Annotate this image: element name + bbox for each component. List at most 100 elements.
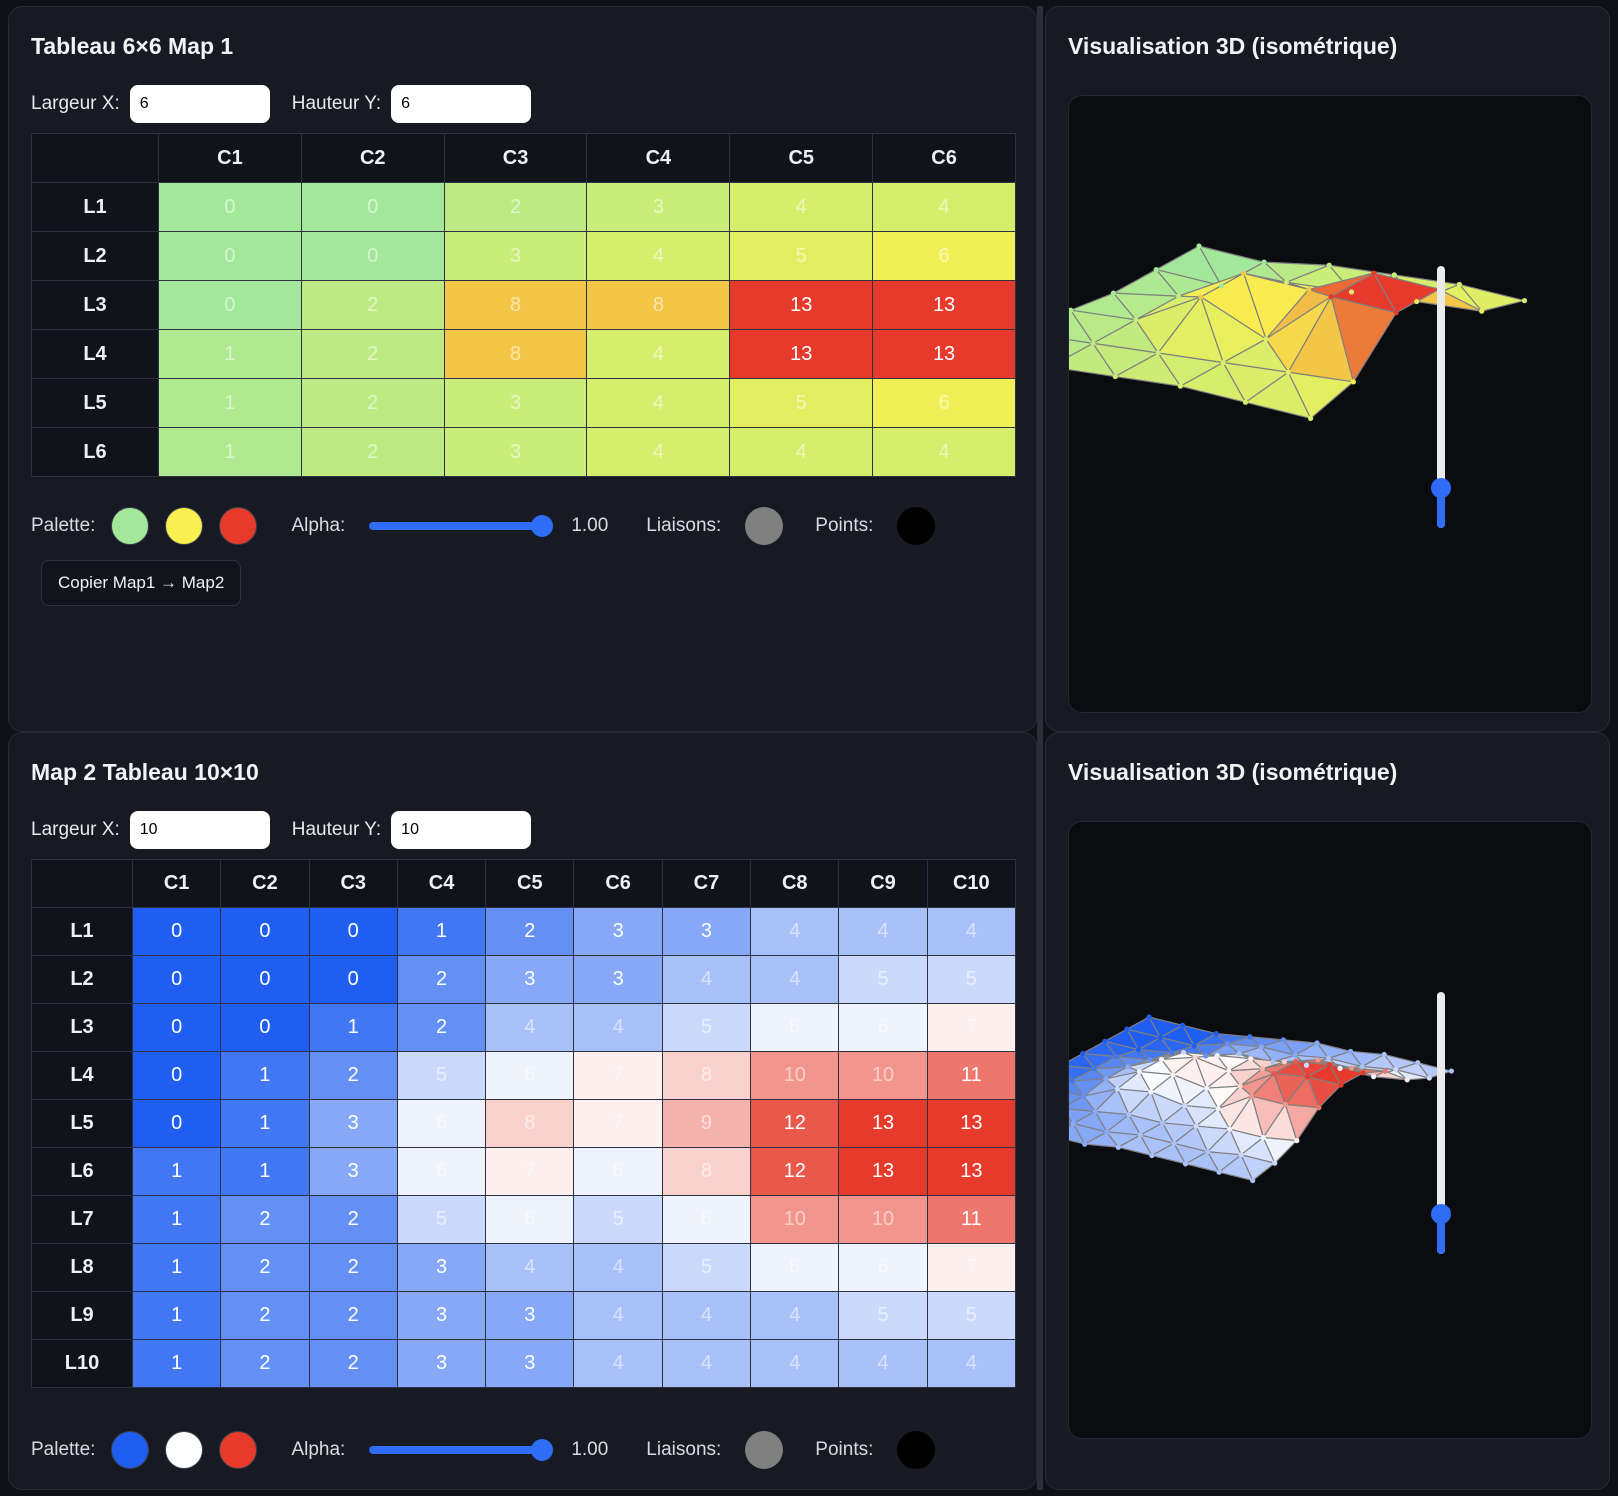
map2-cell[interactable]: 10 — [838, 1051, 928, 1100]
map2-alpha-slider[interactable] — [369, 1439, 554, 1461]
map2-cell[interactable]: 5 — [396, 1195, 487, 1244]
map1-palette-high-swatch[interactable] — [219, 507, 258, 545]
map2-cell[interactable]: 5 — [926, 955, 1017, 1004]
map2-cell[interactable]: 3 — [485, 1291, 575, 1340]
copy-map1-to-map2-button[interactable]: Copier Map1 → Map2 — [41, 560, 242, 606]
map1-cell[interactable]: 0 — [158, 280, 302, 330]
map2-cell[interactable]: 7 — [573, 1099, 663, 1148]
map2-cell[interactable]: 8 — [485, 1099, 575, 1148]
map2-cell[interactable]: 13 — [926, 1099, 1017, 1148]
map2-cell[interactable]: 3 — [308, 1099, 398, 1148]
map1-cell[interactable]: 4 — [729, 427, 874, 477]
map2-cell[interactable]: 5 — [926, 1291, 1017, 1340]
map2-cell[interactable]: 0 — [131, 1003, 222, 1052]
map2-cell[interactable]: 2 — [308, 1243, 398, 1292]
map2-cell[interactable]: 4 — [926, 907, 1017, 956]
map2-cell[interactable]: 4 — [750, 1291, 840, 1340]
map2-cell[interactable]: 0 — [220, 955, 310, 1004]
map2-cell[interactable]: 3 — [308, 1147, 398, 1196]
map2-cell[interactable]: 1 — [220, 1147, 310, 1196]
map2-cell[interactable]: 7 — [573, 1051, 663, 1100]
map1-cell[interactable]: 6 — [872, 231, 1016, 281]
map1-palette-mid-swatch[interactable] — [165, 507, 204, 545]
view2-3d-canvas[interactable] — [1069, 822, 1591, 1438]
map1-cell[interactable]: 13 — [729, 280, 874, 330]
map1-cell[interactable]: 4 — [586, 329, 731, 379]
map1-cell[interactable]: 1 — [158, 378, 302, 428]
map2-cell[interactable]: 1 — [308, 1003, 398, 1052]
map2-cell[interactable]: 1 — [220, 1051, 310, 1100]
map1-cell[interactable]: 13 — [729, 329, 874, 379]
map1-cell[interactable]: 2 — [300, 329, 445, 379]
map1-cell[interactable]: 3 — [443, 427, 588, 477]
map2-cell[interactable]: 5 — [396, 1051, 487, 1100]
map2-cell[interactable]: 3 — [661, 907, 752, 956]
map1-alpha-slider[interactable] — [369, 515, 554, 537]
map2-cell[interactable]: 5 — [573, 1195, 663, 1244]
map2-cell[interactable]: 4 — [485, 1243, 575, 1292]
map2-cell[interactable]: 6 — [485, 1051, 575, 1100]
map2-cell[interactable]: 6 — [396, 1099, 487, 1148]
map2-cell[interactable]: 8 — [661, 1147, 752, 1196]
map1-cell[interactable]: 5 — [729, 378, 874, 428]
map1-cell[interactable]: 8 — [586, 280, 731, 330]
map2-cell[interactable]: 3 — [573, 955, 663, 1004]
map1-cell[interactable]: 3 — [586, 182, 731, 232]
map2-height-input[interactable] — [391, 811, 532, 849]
map2-cell[interactable]: 0 — [220, 1003, 310, 1052]
map1-cell[interactable]: 3 — [443, 378, 588, 428]
map1-cell[interactable]: 0 — [158, 231, 302, 281]
map2-cell[interactable]: 6 — [661, 1195, 752, 1244]
map1-points-color[interactable] — [897, 507, 936, 545]
map2-cell[interactable]: 2 — [308, 1339, 398, 1388]
map1-cell[interactable]: 2 — [300, 378, 445, 428]
map2-cell[interactable]: 10 — [838, 1195, 928, 1244]
map2-cell[interactable]: 1 — [131, 1243, 222, 1292]
map2-cell[interactable]: 2 — [308, 1291, 398, 1340]
map2-cell[interactable]: 11 — [926, 1195, 1017, 1244]
map1-cell[interactable]: 0 — [300, 231, 445, 281]
map1-palette-low-swatch[interactable] — [111, 507, 150, 545]
map1-cell[interactable]: 4 — [586, 427, 731, 477]
map2-cell[interactable]: 2 — [220, 1195, 310, 1244]
map2-cell[interactable]: 4 — [926, 1339, 1017, 1388]
map2-cell[interactable]: 5 — [838, 1291, 928, 1340]
map2-width-input[interactable] — [129, 811, 270, 849]
map1-width-input[interactable] — [129, 85, 270, 123]
map2-cell[interactable]: 1 — [396, 907, 487, 956]
map2-cell[interactable]: 7 — [926, 1003, 1017, 1052]
map2-cell[interactable]: 1 — [131, 1291, 222, 1340]
map2-cell[interactable]: 4 — [573, 1291, 663, 1340]
map2-cell[interactable]: 3 — [485, 1339, 575, 1388]
map1-cell[interactable]: 4 — [586, 378, 731, 428]
map1-cell[interactable]: 0 — [300, 182, 445, 232]
map2-cell[interactable]: 6 — [750, 1243, 840, 1292]
map2-cell[interactable]: 4 — [661, 1291, 752, 1340]
map2-cell[interactable]: 2 — [396, 1003, 487, 1052]
map1-cell[interactable]: 8 — [443, 329, 588, 379]
height-slider-knob[interactable] — [1431, 478, 1451, 498]
map2-cell[interactable]: 3 — [485, 955, 575, 1004]
map2-cell[interactable]: 5 — [661, 1003, 752, 1052]
map2-cell[interactable]: 4 — [485, 1003, 575, 1052]
map2-cell[interactable]: 3 — [573, 907, 663, 956]
map1-cell[interactable]: 1 — [158, 427, 302, 477]
map2-cell[interactable]: 1 — [220, 1099, 310, 1148]
map1-cell[interactable]: 4 — [586, 231, 731, 281]
map2-cell[interactable]: 2 — [220, 1291, 310, 1340]
map1-cell[interactable]: 3 — [443, 231, 588, 281]
map2-cell[interactable]: 12 — [750, 1099, 840, 1148]
view2-viewport[interactable] — [1068, 821, 1592, 1439]
map2-cell[interactable]: 4 — [573, 1339, 663, 1388]
map1-liaisons-color[interactable] — [745, 507, 784, 545]
map1-cell[interactable]: 6 — [872, 378, 1016, 428]
map2-cell[interactable]: 4 — [750, 907, 840, 956]
map2-cell[interactable]: 0 — [220, 907, 310, 956]
map2-cell[interactable]: 0 — [308, 955, 398, 1004]
map2-cell[interactable]: 1 — [131, 1195, 222, 1244]
map2-cell[interactable]: 6 — [485, 1195, 575, 1244]
map2-points-color[interactable] — [897, 1431, 936, 1469]
map2-cell[interactable]: 6 — [838, 1243, 928, 1292]
map2-cell[interactable]: 3 — [396, 1243, 487, 1292]
map2-cell[interactable]: 3 — [396, 1339, 487, 1388]
